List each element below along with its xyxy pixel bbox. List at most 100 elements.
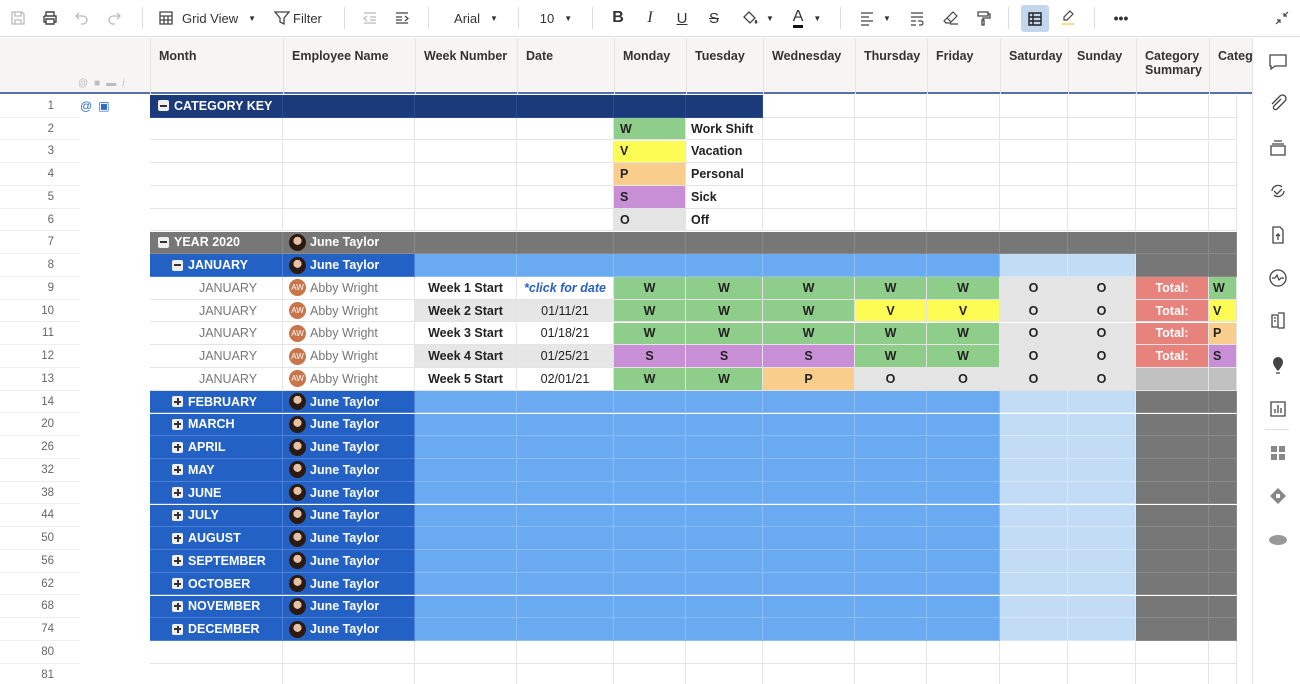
cell[interactable] (517, 95, 614, 118)
owner-cell[interactable]: June Taylor (283, 595, 415, 619)
cell[interactable] (1209, 504, 1237, 528)
collapse-icon[interactable] (158, 100, 169, 112)
cell[interactable] (686, 436, 763, 459)
cell[interactable] (1136, 163, 1209, 186)
cell[interactable] (763, 413, 855, 437)
cell[interactable] (686, 663, 763, 684)
cell[interactable] (1068, 618, 1136, 641)
column-header-date[interactable]: Date (517, 38, 614, 94)
cell[interactable] (517, 504, 614, 528)
cell[interactable] (1068, 550, 1136, 573)
cell[interactable] (763, 595, 855, 619)
cell[interactable] (1209, 618, 1237, 641)
cell[interactable] (614, 641, 686, 664)
cell[interactable] (1136, 459, 1209, 482)
day-cell[interactable]: O (1000, 299, 1068, 323)
cell[interactable] (150, 117, 283, 141)
day-cell[interactable]: W (855, 345, 927, 368)
column-header-employee-name[interactable]: Employee Name (283, 38, 415, 94)
owner-cell[interactable]: June Taylor (283, 504, 415, 528)
cell[interactable] (927, 572, 1000, 596)
cell[interactable] (517, 163, 614, 186)
expand-icon[interactable] (172, 418, 183, 430)
cell[interactable] (763, 186, 855, 209)
cell[interactable] (517, 550, 614, 573)
cell[interactable] (1000, 140, 1068, 164)
owner-cell[interactable]: June Taylor (283, 390, 415, 414)
cell[interactable] (1209, 663, 1237, 684)
week-number-cell[interactable]: Week 5 Start (415, 368, 517, 391)
expand-icon[interactable] (172, 441, 183, 453)
wrap-text-icon[interactable] (906, 6, 928, 30)
expand-icon[interactable] (172, 464, 183, 476)
print-icon[interactable] (40, 6, 60, 30)
cell[interactable] (1209, 390, 1237, 414)
publish-icon[interactable] (1267, 224, 1289, 246)
day-cell[interactable]: W (686, 299, 763, 323)
cell[interactable] (1000, 95, 1068, 118)
cell[interactable] (1136, 208, 1209, 232)
indent-icon[interactable] (392, 6, 412, 30)
row-number[interactable]: 1 (0, 95, 80, 118)
category-key-header[interactable]: CATEGORY KEY (150, 95, 283, 118)
cell[interactable] (927, 117, 1000, 141)
cell[interactable] (1209, 572, 1237, 596)
cell[interactable] (1209, 163, 1237, 186)
collapse-icon[interactable] (1272, 6, 1292, 30)
cell[interactable] (1068, 208, 1136, 232)
expand-icon[interactable] (172, 578, 183, 590)
cell[interactable] (927, 208, 1000, 232)
column-header-thursday[interactable]: Thursday (855, 38, 927, 94)
cell[interactable] (1136, 641, 1209, 664)
cell[interactable] (1000, 208, 1068, 232)
grid-view-dropdown[interactable]: Grid View ▼ (158, 6, 262, 30)
cell[interactable] (1209, 595, 1237, 619)
cell[interactable] (1068, 481, 1136, 505)
day-cell[interactable]: O (1068, 299, 1136, 323)
month-row-label[interactable]: MARCH (150, 413, 283, 437)
employee-cell[interactable]: AW Abby Wright (283, 277, 415, 300)
strikethrough-icon[interactable]: S (704, 6, 724, 30)
row-number[interactable]: 62 (0, 573, 80, 596)
cell[interactable] (855, 413, 927, 437)
cell[interactable] (1209, 641, 1237, 664)
cell[interactable] (1136, 95, 1209, 118)
day-cell[interactable]: W (686, 368, 763, 391)
cell[interactable] (415, 527, 517, 550)
day-cell[interactable]: W (763, 299, 855, 323)
row-number[interactable]: 2 (0, 118, 80, 141)
expand-icon[interactable] (172, 555, 183, 567)
cell[interactable] (1068, 163, 1136, 186)
cell[interactable] (614, 254, 686, 277)
cell[interactable] (855, 95, 927, 118)
cell[interactable] (517, 663, 614, 684)
employee-cell[interactable]: AW Abby Wright (283, 299, 415, 323)
text-color-icon[interactable]: A ▼ (786, 6, 828, 30)
row-number[interactable]: 7 (0, 232, 80, 255)
cell[interactable] (517, 459, 614, 482)
cell[interactable] (415, 618, 517, 641)
cell[interactable] (1000, 595, 1068, 619)
row-number[interactable]: 50 (0, 527, 80, 550)
month-cell[interactable]: JANUARY (150, 345, 283, 368)
cell[interactable] (283, 140, 415, 164)
cell[interactable] (1209, 208, 1237, 232)
month-cell[interactable]: JANUARY (150, 368, 283, 391)
cell[interactable] (614, 504, 686, 528)
day-cell[interactable]: W (927, 345, 1000, 368)
cell[interactable] (1209, 481, 1237, 505)
cell[interactable] (1136, 550, 1209, 573)
cell[interactable] (614, 95, 686, 118)
cell[interactable] (855, 618, 927, 641)
expand-icon[interactable] (172, 509, 183, 521)
month-cell[interactable]: JANUARY (150, 277, 283, 300)
cell[interactable] (517, 527, 614, 550)
year-row-label[interactable]: YEAR 2020 (150, 231, 283, 255)
cell[interactable] (1136, 231, 1209, 255)
filter-button[interactable]: Filter (274, 6, 328, 30)
cell[interactable] (1068, 254, 1136, 277)
cell[interactable] (1000, 550, 1068, 573)
row-number[interactable]: 81 (0, 664, 80, 684)
row-number[interactable]: 56 (0, 550, 80, 573)
row-number[interactable]: 4 (0, 163, 80, 186)
